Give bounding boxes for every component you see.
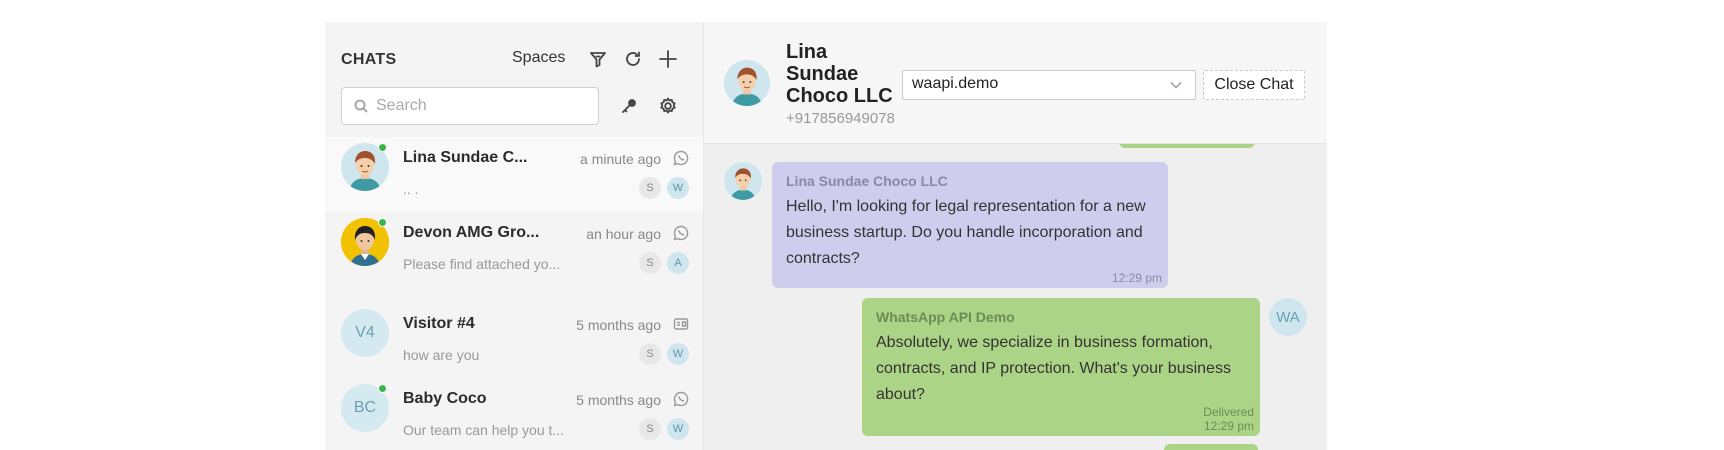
account-select-value: waapi.demo [912,75,999,92]
message-sender: Lina Sundae Choco LLC [786,173,948,189]
chat-sidebar: CHATS Spaces Search Lina Sundae C... a m… [325,22,704,450]
chat-preview: how are you [403,347,480,363]
online-indicator [378,218,387,227]
chat-name: Devon AMG Gro... [403,224,540,241]
message-status: Delivered [1203,405,1254,419]
status-badge-w: W [667,177,689,199]
chat-panel: Lina Sundae Choco LLC +917856949078 waap… [704,22,1327,450]
chat-list-divider [325,287,703,303]
agent-avatar: WA [1269,298,1307,336]
status-badge-s: S [639,252,661,274]
status-badge-w: W [667,343,689,365]
webchat-icon [673,316,689,332]
chevron-down-icon [1169,78,1183,97]
key-icon[interactable] [617,94,641,118]
message-sender: WhatsApp API Demo [876,309,1015,325]
message-time: 12:29 pm [1111,271,1162,285]
chat-item-lina[interactable]: Lina Sundae C... a minute ago .. . S W [325,137,703,212]
status-badge-w: W [667,418,689,440]
chat-header: Lina Sundae Choco LLC +917856949078 waap… [704,22,1327,144]
status-badge-a: A [667,252,689,274]
chat-preview: Please find attached yo... [403,256,561,272]
online-indicator [378,384,387,393]
search-input[interactable] [376,97,576,115]
whatsapp-icon [673,150,689,166]
app-window: CHATS Spaces Search Lina Sundae C... a m… [325,22,1327,450]
chat-name: Baby Coco [403,390,487,407]
spaces-button[interactable]: Spaces [512,49,565,67]
chat-time: 5 months ago [576,317,661,333]
sidebar-header: CHATS Spaces [325,22,703,137]
chat-item-visitor-4[interactable]: V4 Visitor #4 5 months ago how are you S… [325,303,703,378]
message-text: Absolutely, we specialize in business fo… [876,334,1231,403]
message-bubble-outgoing: WhatsApp API Demo Absolutely, we special… [862,298,1260,436]
message-list: Lina Sundae Choco LLC Hello, I'm looking… [704,124,1327,450]
add-chat-icon[interactable] [656,47,680,71]
refresh-icon[interactable] [621,47,645,71]
chat-preview: Our team can help you t... [403,422,565,438]
search-icon [354,99,368,113]
contact-name: Lina Sundae Choco LLC [786,41,893,107]
status-badge-s: S [639,418,661,440]
chat-name: Visitor #4 [403,315,475,332]
message-time: 12:29 pm [1203,419,1254,433]
settings-gear-icon[interactable] [656,94,680,118]
chat-name: Lina Sundae C... [403,149,528,166]
sender-avatar [724,162,762,200]
filter-icon[interactable] [586,47,610,71]
chat-preview: .. . [403,181,419,197]
chat-item-baby-coco[interactable]: BC Baby Coco 5 months ago Our team can h… [325,378,703,450]
message-bubble-incoming: Lina Sundae Choco LLC Hello, I'm looking… [772,162,1168,288]
message-meta: Delivered 12:29 pm [1203,405,1254,433]
close-chat-button[interactable]: Close Chat [1203,70,1305,100]
message-bubble-partial [1164,444,1258,450]
status-badge-s: S [639,177,661,199]
chat-time: an hour ago [586,226,661,242]
sidebar-title: CHATS [341,51,397,68]
status-badge-s: S [639,343,661,365]
whatsapp-icon [673,225,689,241]
search-box[interactable] [341,87,599,125]
chat-item-devon[interactable]: Devon AMG Gro... an hour ago Please find… [325,212,703,287]
whatsapp-icon [673,391,689,407]
message-text: Hello, I'm looking for legal representat… [786,198,1146,267]
avatar: V4 [341,309,389,357]
chat-time: 5 months ago [576,392,661,408]
chat-list: Lina Sundae C... a minute ago .. . S W D… [325,137,703,450]
account-select[interactable]: waapi.demo [902,70,1196,100]
online-indicator [378,143,387,152]
contact-phone: +917856949078 [786,110,895,127]
chat-time: a minute ago [580,151,661,167]
contact-avatar [724,60,770,106]
